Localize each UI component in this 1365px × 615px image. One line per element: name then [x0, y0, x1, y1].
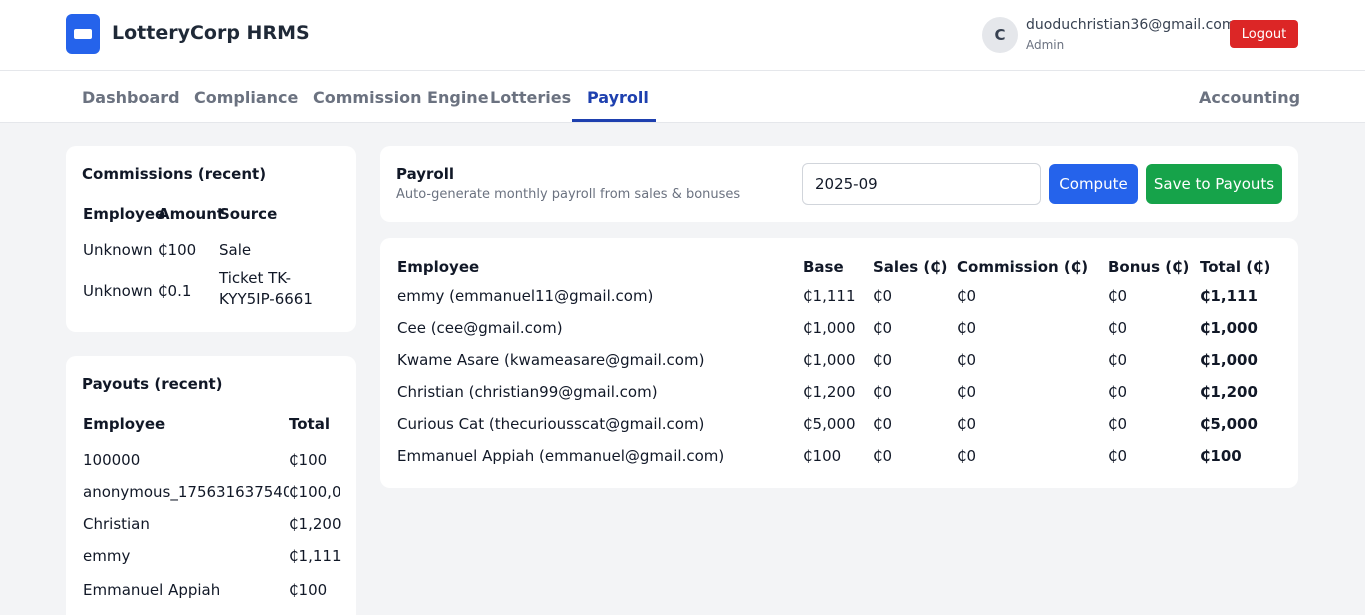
table-cell: ₵0 — [1108, 383, 1128, 401]
compute-button[interactable]: Compute — [1049, 164, 1138, 204]
table-cell: ₵0 — [957, 287, 977, 305]
table-cell: ₵5,000 — [803, 415, 856, 433]
table-cell: ₵1,111 — [803, 287, 856, 305]
table-cell: ₵100,000 — [289, 483, 340, 501]
table-cell: Christian — [83, 515, 150, 533]
table-cell: Sale — [219, 241, 252, 259]
table-cell: Unknown — [83, 241, 153, 259]
table-cell: ₵100 — [289, 581, 328, 599]
logout-button[interactable]: Logout — [1230, 20, 1298, 48]
payroll-title: Payroll — [396, 165, 455, 183]
table-cell: Christian (christian99@gmail.com) — [397, 383, 658, 401]
tab-lotteries[interactable]: Lotteries — [490, 71, 571, 123]
app-header: LotteryCorp HRMS C duoduchristian36@gmai… — [0, 0, 1365, 71]
payouts-title: Payouts (recent) — [82, 375, 223, 393]
column-header: Commission (₵) — [957, 258, 1089, 276]
table-cell: ₵0 — [957, 415, 977, 433]
table-cell: ₵0 — [957, 351, 977, 369]
column-header: Sales (₵) — [873, 258, 948, 276]
app-title: LotteryCorp HRMS — [112, 22, 310, 44]
table-cell: ₵1,000 — [1200, 351, 1258, 369]
table-cell: ₵1,000 — [1200, 319, 1258, 337]
column-header: Bonus (₵) — [1108, 258, 1190, 276]
table-cell: ₵100 — [158, 241, 197, 259]
tab-dashboard[interactable]: Dashboard — [82, 71, 180, 123]
user-email: duoduchristian36@gmail.com — [1026, 17, 1236, 33]
column-header: Employee — [83, 205, 166, 223]
avatar: C — [982, 17, 1018, 53]
column-header: Employee — [83, 415, 166, 433]
table-cell: Ticket TK-KYY5IP-6661 — [219, 269, 313, 308]
table-cell: ₵1,200 — [1200, 383, 1258, 401]
table-cell: ₵0 — [1108, 287, 1128, 305]
column-header: Employee — [397, 258, 480, 276]
table-cell: Unknown — [83, 282, 153, 300]
table-cell: 100000 — [83, 451, 141, 469]
table-cell: ₵1,200 — [289, 515, 342, 533]
table-cell: ₵1,200 — [803, 383, 856, 401]
column-header: Total (₵) — [1200, 258, 1271, 276]
table-cell: ₵0 — [873, 319, 893, 337]
payouts-card: Payouts (recent) Employee Total 100000 ₵… — [66, 356, 356, 615]
table-cell: ₵0 — [957, 383, 977, 401]
table-cell: ₵1,000 — [803, 351, 856, 369]
ticket-icon — [66, 14, 100, 54]
table-cell: ₵0 — [1108, 319, 1128, 337]
payroll-header-card: Payroll Auto-generate monthly payroll fr… — [380, 146, 1298, 222]
table-cell: ₵100 — [289, 451, 328, 469]
table-cell: ₵1,000 — [803, 319, 856, 337]
table-cell: ₵0 — [1108, 447, 1128, 465]
payroll-subtitle: Auto-generate monthly payroll from sales… — [396, 187, 741, 202]
column-header: Amount — [158, 205, 225, 223]
save-to-payouts-button[interactable]: Save to Payouts — [1146, 164, 1282, 204]
table-cell: Curious Cat (thecuriousscat@gmail.com) — [397, 415, 705, 433]
commissions-title: Commissions (recent) — [82, 165, 267, 183]
payroll-table-card: Employee Base Sales (₵) Commission (₵) B… — [380, 238, 1298, 488]
table-cell: emmy (emmanuel11@gmail.com) — [397, 287, 654, 305]
table-cell: ₵100 — [1200, 447, 1242, 465]
table-cell: ₵0 — [957, 447, 977, 465]
table-cell: ₵5,000 — [1200, 415, 1258, 433]
table-cell: ₵0 — [873, 383, 893, 401]
table-cell: ₵0 — [1108, 415, 1128, 433]
table-cell: ₵0 — [873, 287, 893, 305]
table-cell: ₵0 — [873, 351, 893, 369]
table-cell: ₵0 — [1108, 351, 1128, 369]
column-header: Base — [803, 258, 844, 276]
tab-payroll[interactable]: Payroll — [587, 71, 649, 123]
table-cell: Emmanuel Appiah — [83, 581, 221, 599]
table-cell: Kwame Asare (kwameasare@gmail.com) — [397, 351, 705, 369]
column-header: Source — [219, 205, 278, 223]
table-cell: ₵0 — [873, 415, 893, 433]
table-cell: ₵1,111 — [1200, 287, 1258, 305]
user-role: Admin — [1026, 38, 1065, 52]
commissions-card: Commissions (recent) Employee Amount Sou… — [66, 146, 356, 332]
table-cell: ₵1,111 — [289, 547, 342, 565]
tab-commission-engine[interactable]: Commission Engine — [313, 71, 489, 123]
table-cell: ₵0 — [873, 447, 893, 465]
tab-compliance[interactable]: Compliance — [194, 71, 298, 123]
table-cell: Cee (cee@gmail.com) — [397, 319, 563, 337]
main-nav: Dashboard Compliance Commission Engine L… — [0, 71, 1365, 123]
table-cell: emmy — [83, 547, 131, 565]
table-cell: ₵0 — [957, 319, 977, 337]
table-cell: ₵100 — [803, 447, 842, 465]
active-tab-indicator — [572, 119, 656, 122]
tab-accounting[interactable]: Accounting — [1199, 71, 1300, 123]
month-input[interactable] — [802, 163, 1041, 205]
table-cell: ₵0.1 — [158, 282, 192, 300]
column-header: Total — [289, 415, 330, 433]
table-cell: anonymous_1756316375400 — [83, 483, 289, 501]
table-cell: Emmanuel Appiah (emmanuel@gmail.com) — [397, 447, 725, 465]
